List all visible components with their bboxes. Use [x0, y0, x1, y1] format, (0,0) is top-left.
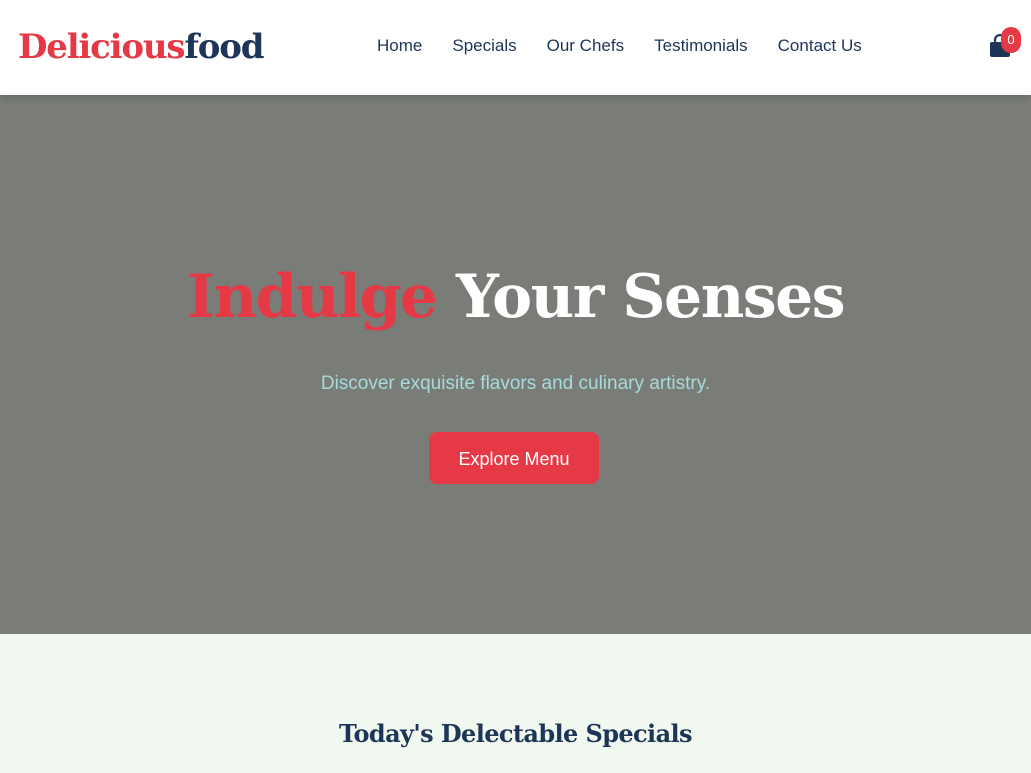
nav-testimonials[interactable]: Testimonials: [654, 35, 748, 57]
nav-home[interactable]: Home: [377, 35, 422, 57]
hero-title-accent: Indulge: [186, 262, 438, 332]
explore-menu-button[interactable]: Explore Menu: [429, 432, 599, 484]
logo-text-primary: Delicious: [18, 27, 186, 67]
nav-specials[interactable]: Specials: [452, 35, 516, 57]
nav-our-chefs[interactable]: Our Chefs: [547, 35, 624, 57]
cart-button[interactable]: 0: [988, 27, 1024, 60]
hero-subtitle: Discover exquisite flavors and culinary …: [320, 373, 711, 394]
specials-section: Today's Delectable Specials: [0, 634, 1031, 773]
cart-count-badge: 0: [1001, 27, 1021, 53]
site-logo[interactable]: Deliciousfood: [18, 26, 264, 68]
hero-title: Indulge Your Senses: [0, 257, 1031, 337]
hero-section: Indulge Your Senses Discover exquisite f…: [0, 95, 1031, 634]
nav-contact-us[interactable]: Contact Us: [778, 35, 862, 57]
site-header: Deliciousfood Home Specials Our Chefs Te…: [0, 0, 1031, 95]
main-nav: Home Specials Our Chefs Testimonials Con…: [377, 35, 862, 57]
hero-title-rest: Your Senses: [455, 262, 846, 332]
logo-text-secondary: food: [184, 27, 264, 67]
specials-title: Today's Delectable Specials: [339, 719, 693, 748]
